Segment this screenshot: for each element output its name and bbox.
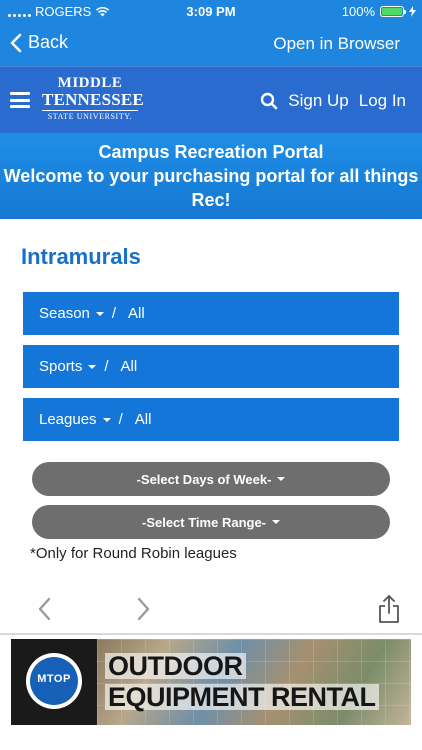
back-label: Back bbox=[28, 32, 69, 52]
battery-percent: 100% bbox=[341, 4, 375, 19]
chevron-left-icon[interactable] bbox=[36, 596, 52, 622]
university-logo[interactable]: MIDDLE TENNESSEE STATE UNIVERSITY. bbox=[42, 75, 144, 122]
back-button[interactable]: Back bbox=[10, 32, 68, 53]
leagues-filter[interactable]: Leagues / All bbox=[23, 398, 399, 441]
sign-up-link[interactable]: Sign Up bbox=[288, 91, 348, 111]
chevron-right-icon[interactable] bbox=[136, 596, 152, 622]
log-in-link[interactable]: Log In bbox=[359, 91, 406, 111]
filter-label: Leagues bbox=[39, 411, 97, 428]
sports-filter[interactable]: Sports / All bbox=[23, 345, 399, 388]
select-time-button[interactable]: -Select Time Range- bbox=[32, 505, 390, 539]
filter-value: All bbox=[128, 305, 145, 322]
chevron-left-icon bbox=[10, 33, 22, 52]
mtop-logo-text: MTOP bbox=[37, 673, 71, 685]
filter-separator: / bbox=[118, 411, 123, 428]
nav-bar: Back Open in Browser bbox=[0, 24, 422, 64]
season-filter[interactable]: Season / All bbox=[23, 292, 399, 335]
filter-separator: / bbox=[111, 305, 117, 322]
ad-photo-collage: OUTDOOR EQUIPMENT RENTAL bbox=[97, 639, 411, 725]
open-in-browser-button[interactable]: Open in Browser bbox=[273, 34, 400, 54]
menu-icon[interactable] bbox=[10, 92, 30, 108]
select-days-label: -Select Days of Week- bbox=[136, 471, 272, 487]
filter-value: All bbox=[134, 411, 152, 428]
caret-down-icon bbox=[272, 520, 281, 524]
portal-banner: Campus Recreation Portal Welcome to your… bbox=[0, 133, 422, 219]
status-bar: ROGERS 3:09 PM 100% bbox=[0, 0, 422, 22]
caret-down-icon bbox=[95, 311, 104, 316]
select-time-label: -Select Time Range- bbox=[141, 514, 267, 530]
filter-separator: / bbox=[104, 358, 109, 375]
charging-bolt-icon bbox=[409, 6, 416, 17]
section-title: Intramurals bbox=[21, 244, 141, 269]
battery-icon bbox=[380, 6, 406, 17]
caret-down-icon bbox=[88, 364, 97, 369]
ad-headline: OUTDOOR EQUIPMENT RENTAL bbox=[105, 653, 379, 715]
filter-label: Season bbox=[39, 305, 90, 322]
logo-line3: STATE UNIVERSITY. bbox=[42, 110, 138, 122]
banner-subtitle: Welcome to your purchasing portal for al… bbox=[3, 166, 419, 210]
mtop-logo: MTOP bbox=[26, 653, 82, 709]
outdoor-rental-ad[interactable]: MTOP OUTDOOR EQUIPMENT RENTAL bbox=[11, 639, 411, 725]
browser-toolbar bbox=[0, 590, 422, 630]
ad-line1: OUTDOOR bbox=[105, 653, 246, 680]
logo-line2: TENNESSEE bbox=[42, 90, 144, 109]
site-header: MIDDLE TENNESSEE STATE UNIVERSITY. Sign … bbox=[0, 66, 422, 133]
logo-line1: MIDDLE bbox=[57, 75, 123, 91]
status-right: 100% bbox=[342, 4, 416, 19]
ad-area: MTOP OUTDOOR EQUIPMENT RENTAL bbox=[0, 635, 422, 750]
round-robin-note: *Only for Round Robin leagues bbox=[30, 545, 237, 562]
ad-line2: EQUIPMENT RENTAL bbox=[105, 684, 379, 711]
caret-down-icon bbox=[102, 417, 111, 422]
mtop-logo-inner: MTOP bbox=[30, 657, 78, 705]
filter-label: Sports bbox=[39, 358, 83, 375]
filter-value: All bbox=[120, 358, 138, 375]
banner-title: Campus Recreation Portal bbox=[98, 142, 324, 162]
header-actions: Sign Up Log In bbox=[260, 91, 406, 111]
browser-top-bar: ROGERS 3:09 PM 100% Back Open in Browser bbox=[0, 0, 422, 66]
caret-down-icon bbox=[277, 477, 286, 481]
ad-logo-panel: MTOP bbox=[11, 639, 97, 725]
search-icon[interactable] bbox=[260, 92, 278, 110]
select-days-button[interactable]: -Select Days of Week- bbox=[32, 462, 390, 496]
share-icon[interactable] bbox=[377, 594, 401, 624]
